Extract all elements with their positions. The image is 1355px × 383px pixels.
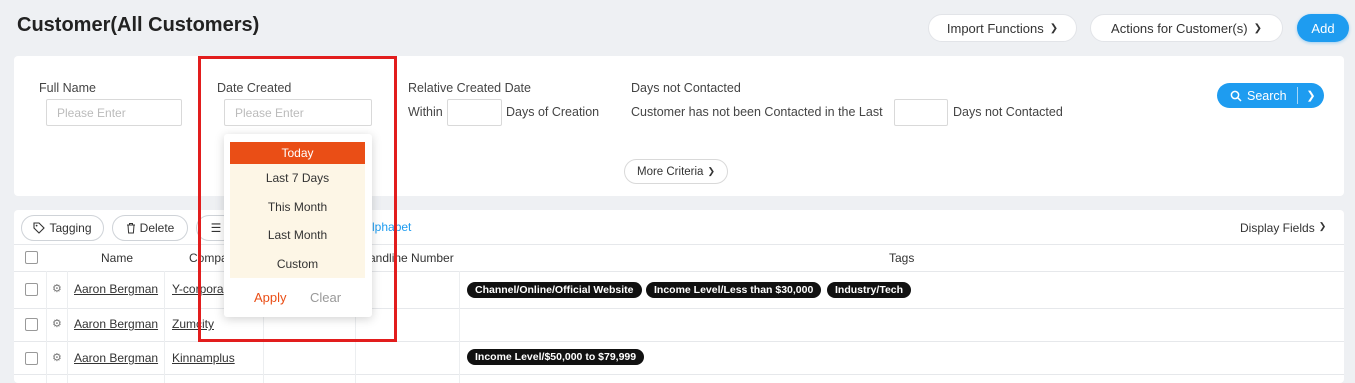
full-name-input[interactable]: Please Enter xyxy=(46,99,182,126)
alphabet-link[interactable]: lphabet xyxy=(372,220,411,234)
column-header-company[interactable]: Compa xyxy=(189,251,228,265)
date-option-today[interactable]: Today xyxy=(230,142,365,164)
gear-icon[interactable]: ⚙ xyxy=(52,317,62,330)
tagging-button[interactable]: Tagging xyxy=(21,215,104,241)
tag-badge: Income Level/$50,000 to $79,999 xyxy=(467,349,645,365)
trash-icon xyxy=(126,223,135,234)
import-functions-label: Import Functions xyxy=(946,20,1044,36)
date-option-last-7-days[interactable]: Last 7 Days xyxy=(230,164,365,193)
divider xyxy=(14,341,1344,342)
delete-label: Delete xyxy=(139,221,175,235)
days-not-contacted-input[interactable] xyxy=(894,99,948,126)
tag-badge: Income Level/Less than $30,000 xyxy=(646,282,822,298)
tag-badge: Channel/Online/Official Website xyxy=(467,282,642,298)
customer-name-link[interactable]: Aaron Bergman xyxy=(74,282,158,296)
divider xyxy=(14,308,1344,309)
gear-icon[interactable]: ⚙ xyxy=(52,282,62,295)
divider xyxy=(14,374,1344,375)
search-icon xyxy=(1230,90,1242,102)
divider xyxy=(14,271,1344,272)
date-option-custom[interactable]: Custom xyxy=(230,250,365,279)
customer-name-link[interactable]: Aaron Bergman xyxy=(74,351,158,365)
row-checkbox[interactable] xyxy=(25,283,38,296)
column-divider xyxy=(46,271,47,383)
actions-label: Actions for Customer(s) xyxy=(1111,20,1248,36)
search-button[interactable]: Search ❯ xyxy=(1217,83,1324,108)
more-criteria-button[interactable]: More Criteria ❯ xyxy=(624,159,728,184)
row-checkbox[interactable] xyxy=(25,318,38,331)
relative-days-input[interactable] xyxy=(447,99,502,126)
display-fields-button[interactable]: Display Fields ❯ xyxy=(1240,221,1326,235)
layers-icon: ☰ xyxy=(210,221,222,235)
column-header-landline[interactable]: andline Number xyxy=(369,251,454,265)
days-not-contacted-suffix: Days not Contacted xyxy=(953,105,1063,119)
customer-name-link[interactable]: Aaron Bergman xyxy=(74,317,158,331)
days-of-creation-label: Days of Creation xyxy=(506,105,600,119)
gear-icon[interactable]: ⚙ xyxy=(52,351,62,364)
column-header-name[interactable]: Name xyxy=(101,251,133,265)
within-label: Within xyxy=(408,105,443,119)
row-checkbox[interactable] xyxy=(25,352,38,365)
apply-button[interactable]: Apply xyxy=(254,290,287,305)
tagging-label: Tagging xyxy=(49,221,92,235)
full-name-label: Full Name xyxy=(39,81,96,95)
tag-icon xyxy=(33,222,46,234)
date-created-input[interactable]: Please Enter xyxy=(224,99,372,126)
chevron-down-icon: ❯ xyxy=(1049,22,1059,34)
search-dropdown-chevron-icon[interactable]: ❯ xyxy=(1298,89,1324,102)
date-option-list: Today Last 7 Days This Month Last Month … xyxy=(230,142,365,278)
delete-button[interactable]: Delete xyxy=(112,215,188,241)
chevron-down-icon: ❯ xyxy=(1318,221,1327,231)
add-button[interactable]: Add xyxy=(1297,14,1349,42)
import-functions-button[interactable]: Import Functions ❯ xyxy=(928,14,1077,42)
company-link[interactable]: Kinnamplus xyxy=(172,351,235,365)
chevron-down-icon: ❯ xyxy=(707,166,715,176)
relative-created-label: Relative Created Date xyxy=(408,81,531,95)
not-contacted-prefix: Customer has not been Contacted in the L… xyxy=(631,105,883,119)
tag-badge: Industry/Tech xyxy=(827,282,912,298)
date-created-label: Date Created xyxy=(217,81,292,95)
column-divider xyxy=(164,271,165,383)
page-title: Customer(All Customers) xyxy=(17,14,260,36)
company-link[interactable]: Zumcity xyxy=(172,317,214,331)
search-label: Search xyxy=(1247,88,1287,103)
company-link[interactable]: Y-corpora xyxy=(172,282,224,296)
column-divider xyxy=(459,271,460,383)
days-not-contacted-label: Days not Contacted xyxy=(631,81,741,95)
date-created-dropdown: Today Last 7 Days This Month Last Month … xyxy=(224,134,372,317)
actions-for-customers-button[interactable]: Actions for Customer(s) ❯ xyxy=(1090,14,1283,42)
date-option-this-month[interactable]: This Month xyxy=(230,193,365,222)
display-fields-label: Display Fields xyxy=(1240,221,1315,235)
select-all-checkbox[interactable] xyxy=(25,251,38,264)
more-criteria-label: More Criteria xyxy=(636,165,704,178)
column-header-tags[interactable]: Tags xyxy=(889,251,914,265)
divider xyxy=(14,244,1344,245)
clear-button[interactable]: Clear xyxy=(310,290,341,305)
column-divider xyxy=(67,271,68,383)
chevron-down-icon: ❯ xyxy=(1253,22,1262,34)
date-option-last-month[interactable]: Last Month xyxy=(230,221,365,250)
